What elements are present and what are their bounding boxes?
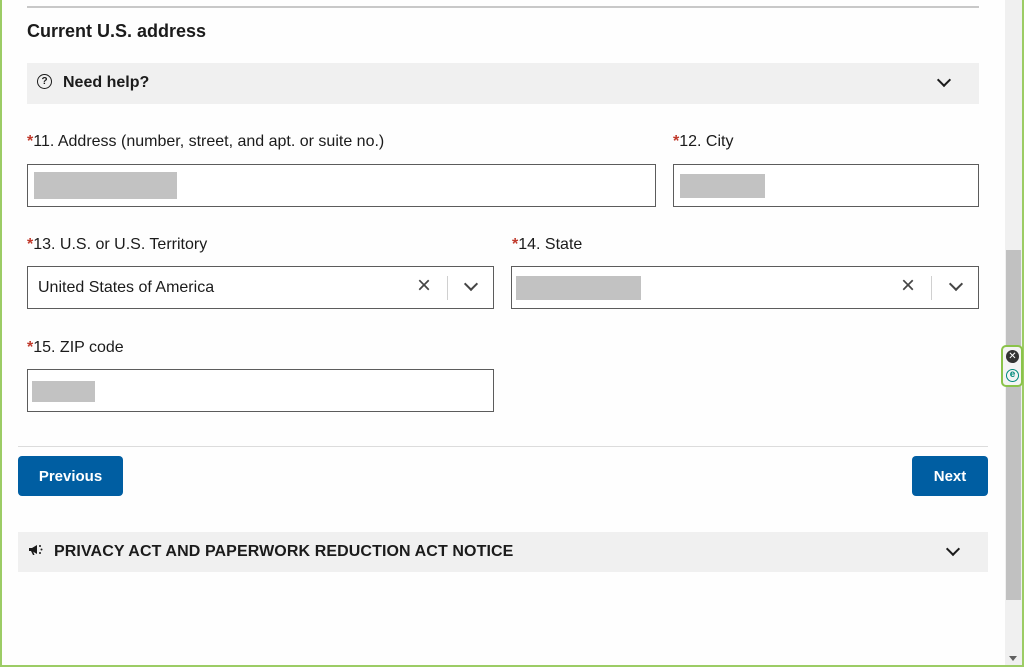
chevron-down-icon[interactable] xyxy=(948,276,964,292)
combo-separator xyxy=(447,276,448,300)
chevron-down-icon[interactable] xyxy=(463,276,479,292)
territory-label: *13. U.S. or U.S. Territory xyxy=(27,236,208,253)
city-label: *12. City xyxy=(673,133,734,150)
address-input[interactable] xyxy=(27,164,656,207)
section-title: Current U.S. address xyxy=(27,21,207,41)
section-divider xyxy=(27,6,979,8)
scroll-down-arrow-icon[interactable] xyxy=(1009,656,1017,661)
zip-input[interactable] xyxy=(27,369,494,412)
browser-extension-widget[interactable]: ✕ e xyxy=(1001,345,1023,387)
question-circle-icon: ? xyxy=(37,74,52,89)
need-help-accordion[interactable]: ? Need help? xyxy=(27,63,979,104)
window-frame-left xyxy=(0,0,2,667)
next-button[interactable]: Next xyxy=(912,456,988,496)
territory-combobox[interactable]: United States of America × xyxy=(27,266,494,309)
address-label: *11. Address (number, street, and apt. o… xyxy=(27,133,385,150)
territory-value: United States of America xyxy=(38,279,215,296)
form-divider xyxy=(18,446,988,447)
state-combobox[interactable]: × xyxy=(511,266,979,309)
redacted-value xyxy=(34,172,177,199)
privacy-notice-accordion[interactable]: PRIVACY ACT AND PAPERWORK REDUCTION ACT … xyxy=(18,532,988,572)
clear-icon[interactable]: × xyxy=(412,274,436,299)
combo-separator xyxy=(931,276,932,300)
previous-button[interactable]: Previous xyxy=(18,456,123,496)
city-input[interactable] xyxy=(673,164,979,207)
zip-label: *15. ZIP code xyxy=(27,339,124,356)
redacted-value xyxy=(680,174,765,198)
megaphone-icon xyxy=(29,545,43,555)
state-label: *14. State xyxy=(512,236,583,253)
vertical-scrollbar[interactable] xyxy=(1005,0,1022,665)
scrollbar-thumb[interactable] xyxy=(1006,250,1021,600)
chevron-down-icon[interactable] xyxy=(936,72,952,88)
need-help-label: Need help? xyxy=(63,74,150,91)
redacted-value xyxy=(32,381,95,402)
clear-icon[interactable]: × xyxy=(896,274,920,299)
close-icon[interactable]: ✕ xyxy=(1006,350,1019,363)
chevron-down-icon[interactable] xyxy=(945,541,961,557)
extension-logo-icon[interactable]: e xyxy=(1006,369,1019,382)
redacted-value xyxy=(516,276,641,300)
privacy-notice-label: PRIVACY ACT AND PAPERWORK REDUCTION ACT … xyxy=(54,543,514,560)
